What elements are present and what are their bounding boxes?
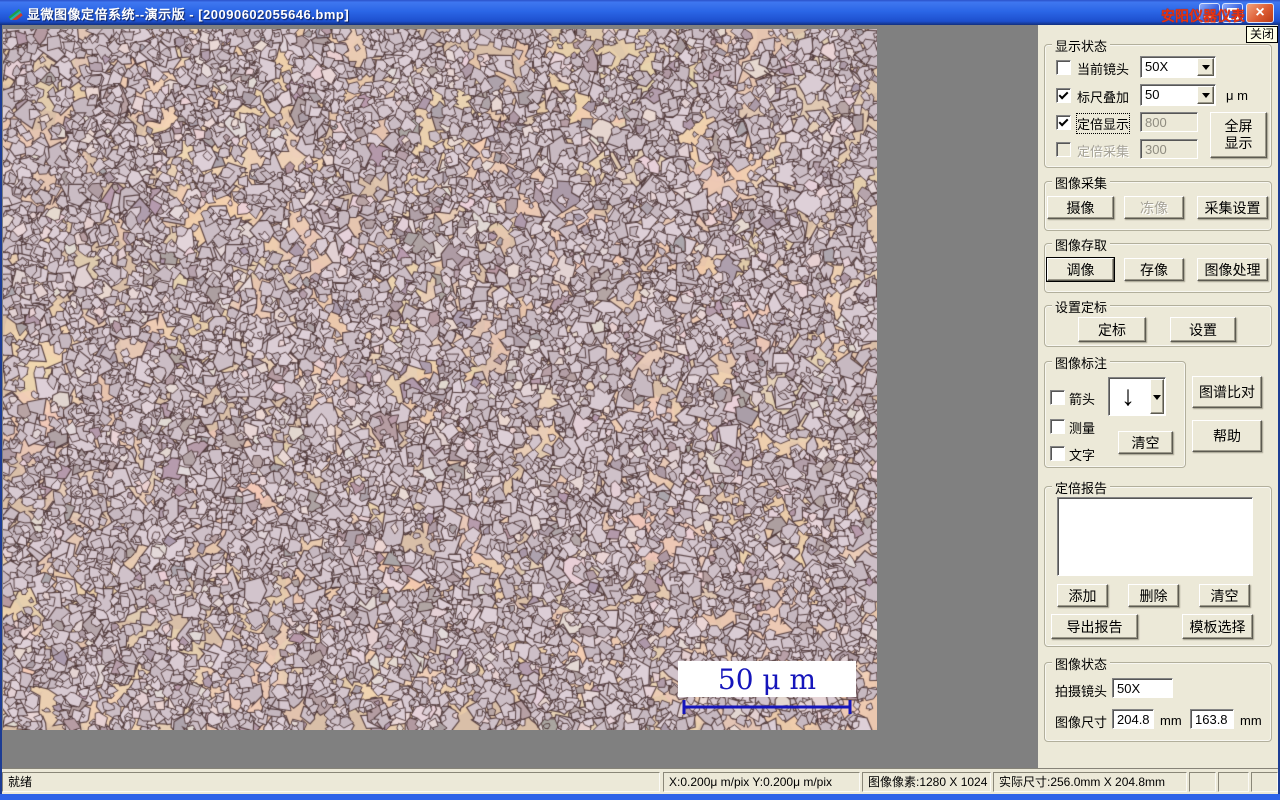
app-window: 显微图像定倍系统--演示版 - [20090602055646.bmp] 安阳仪… <box>0 0 1280 800</box>
text-checkbox[interactable] <box>1050 446 1065 461</box>
image-width-unit: mm <box>1160 713 1182 728</box>
status-pixel-scale: X:0.200μ m/pix Y:0.200μ m/pix <box>663 772 860 792</box>
micrograph-image[interactable] <box>3 29 877 730</box>
app-icon <box>8 8 23 20</box>
measure-checkbox[interactable] <box>1050 419 1065 434</box>
title-bar[interactable]: 显微图像定倍系统--演示版 - [20090602055646.bmp] 安阳仪… <box>0 0 1280 43</box>
arrow-style-combobox[interactable]: ↓ <box>1108 377 1166 416</box>
image-width-field: 204.8 <box>1112 709 1154 729</box>
measure-label: 测量 <box>1069 421 1096 436</box>
status-actual-size: 实际尺寸:256.0mm X 204.8mm <box>993 772 1187 792</box>
status-bar: 就绪 X:0.200μ m/pix Y:0.200μ m/pix 图像像素:12… <box>0 768 1280 794</box>
scalebar-label-box: 50 μ m <box>678 661 856 697</box>
load-image-button[interactable]: 调像 <box>1047 258 1114 281</box>
freeze-button: 冻像 <box>1124 196 1184 219</box>
status-ready: 就绪 <box>2 772 660 792</box>
capture-lens-field: 50X <box>1112 678 1173 698</box>
fullscreen-button[interactable]: 全屏 显示 <box>1210 112 1267 158</box>
close-button[interactable] <box>1246 3 1274 23</box>
fixed-display-label: 定倍显示 <box>1075 113 1131 134</box>
chevron-down-icon[interactable] <box>1197 58 1214 76</box>
scalebar-line <box>682 700 852 714</box>
group-storage-title: 图像存取 <box>1052 235 1111 254</box>
status-empty-3 <box>1251 772 1278 792</box>
current-lens-value: 50X <box>1145 59 1169 74</box>
image-process-button[interactable]: 图像处理 <box>1197 258 1268 281</box>
status-image-pixels: 图像像素:1280 X 1024 <box>862 772 991 792</box>
group-image-status-title: 图像状态 <box>1052 654 1111 673</box>
report-delete-button[interactable]: 删除 <box>1128 584 1179 607</box>
ruler-overlay-label: 标尺叠加 <box>1077 90 1130 105</box>
group-calibration-title: 设置定标 <box>1052 297 1111 316</box>
annotation-clear-button[interactable]: 清空 <box>1118 431 1173 454</box>
fixed-capture-checkbox <box>1056 142 1071 157</box>
fixed-display-field: 800 <box>1140 112 1198 132</box>
window-title: 显微图像定倍系统--演示版 - [20090602055646.bmp] <box>27 7 350 22</box>
ruler-value-combobox[interactable]: 50 <box>1140 84 1216 106</box>
atlas-compare-button[interactable]: 图谱比对 <box>1192 376 1262 408</box>
scalebar-label: 50 μ m <box>717 662 817 696</box>
report-clear-button[interactable]: 清空 <box>1199 584 1250 607</box>
calibration-settings-button[interactable]: 设置 <box>1170 317 1236 342</box>
status-empty-2 <box>1218 772 1249 792</box>
current-lens-combobox[interactable]: 50X <box>1140 56 1216 78</box>
template-select-button[interactable]: 模板选择 <box>1182 614 1253 639</box>
text-label: 文字 <box>1069 448 1096 463</box>
chevron-down-icon[interactable] <box>1150 379 1164 414</box>
ruler-unit-label: μ m <box>1226 88 1248 103</box>
arrow-label: 箭头 <box>1069 392 1096 407</box>
fixed-display-checkbox[interactable] <box>1056 115 1071 130</box>
calibrate-button[interactable]: 定标 <box>1078 317 1146 342</box>
arrow-annotation-icon: ↓ <box>1121 380 1135 411</box>
shoot-button[interactable]: 摄像 <box>1047 196 1114 219</box>
help-button[interactable]: 帮助 <box>1192 420 1262 452</box>
close-tooltip: 关闭 <box>1246 26 1279 43</box>
arrow-checkbox[interactable] <box>1050 390 1065 405</box>
ruler-overlay-checkbox[interactable] <box>1056 88 1071 103</box>
report-listbox[interactable] <box>1057 497 1253 576</box>
image-height-unit: mm <box>1240 713 1262 728</box>
current-lens-label: 当前镜头 <box>1077 62 1130 77</box>
current-lens-checkbox[interactable] <box>1056 60 1071 75</box>
window-edge-bottom <box>0 794 1280 800</box>
capture-lens-label: 拍摄镜头 <box>1055 684 1108 699</box>
save-image-button[interactable]: 存像 <box>1124 258 1184 281</box>
fixed-capture-field: 300 <box>1140 139 1198 159</box>
group-display-status-title: 显示状态 <box>1052 36 1111 55</box>
fullscreen-button-line1: 全屏 <box>1224 118 1253 134</box>
export-report-button[interactable]: 导出报告 <box>1051 614 1138 639</box>
capture-settings-button[interactable]: 采集设置 <box>1197 196 1268 219</box>
image-height-field: 163.8 <box>1190 709 1234 729</box>
group-annotation-title: 图像标注 <box>1052 353 1111 372</box>
image-size-label: 图像尺寸 <box>1055 715 1108 730</box>
ruler-value: 50 <box>1145 87 1160 102</box>
window-edge-left <box>0 25 2 800</box>
fullscreen-button-line2: 显示 <box>1224 135 1253 151</box>
status-empty-1 <box>1189 772 1216 792</box>
group-capture-title: 图像采集 <box>1052 173 1111 192</box>
fixed-capture-label: 定倍采集 <box>1077 144 1130 159</box>
chevron-down-icon[interactable] <box>1197 86 1214 104</box>
report-add-button[interactable]: 添加 <box>1057 584 1108 607</box>
group-report-title: 定倍报告 <box>1052 478 1111 497</box>
brand-watermark: 安阳仪器仪表 <box>1161 8 1245 24</box>
